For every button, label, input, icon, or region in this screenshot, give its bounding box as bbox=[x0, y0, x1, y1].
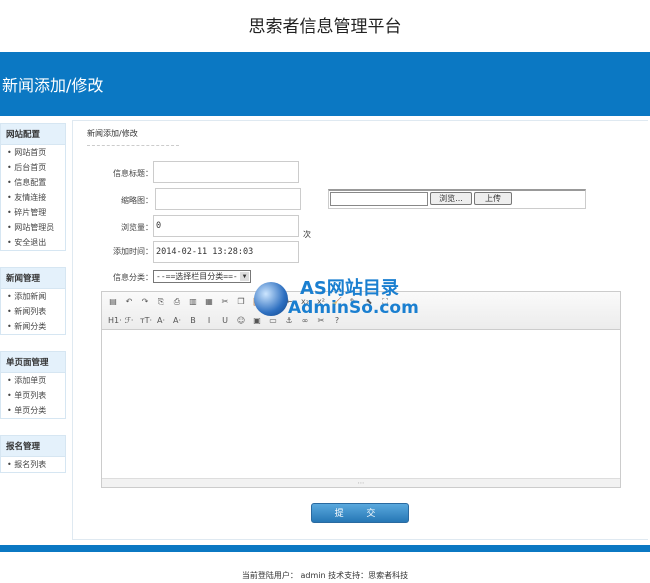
sidebar-item-label: 后台首页 bbox=[14, 163, 47, 172]
sidebar-item[interactable]: • 添加单页 bbox=[1, 373, 65, 388]
sidebar-item-label: 友情连接 bbox=[14, 193, 47, 202]
app-title: 思索者信息管理平台 bbox=[248, 17, 402, 37]
watermark-text: AdminSo.com bbox=[288, 298, 419, 318]
views-unit: 次 bbox=[303, 230, 311, 239]
sidebar-item[interactable]: • 友情连接 bbox=[1, 190, 65, 205]
sidebar-item-label: 新闻分类 bbox=[14, 322, 47, 331]
time-label: 添加时间： bbox=[113, 247, 153, 256]
sidebar-item-label: 单页分类 bbox=[14, 406, 47, 415]
footer-text: 当前登陆用户： admin 技术支持：思索者科技 bbox=[241, 571, 409, 580]
upload-button[interactable]: 上传 bbox=[474, 192, 512, 205]
heading-icon[interactable]: H1· bbox=[108, 316, 122, 326]
cut-icon[interactable]: ✂ bbox=[220, 297, 230, 307]
sidebar-item[interactable]: • 安全退出 bbox=[1, 235, 65, 250]
paste-text-icon[interactable]: ▦ bbox=[204, 297, 214, 307]
sidebar-item[interactable]: • 添加新闻 bbox=[1, 289, 65, 304]
sidebar-group-title: 报名管理 bbox=[1, 436, 65, 457]
sidebar-group-title: 新闻管理 bbox=[1, 268, 65, 289]
sidebar-group: 报名管理 • 报名列表 bbox=[0, 435, 66, 473]
sidebar: 网站配置 • 网站首页 • 后台首页 • 信息配置 • 友情连接 • 碎片管理 • 网站管理… bbox=[0, 123, 66, 489]
title-input[interactable] bbox=[153, 161, 299, 183]
sidebar-group: 网站配置 • 网站首页 • 后台首页 • 信息配置 • 友情连接 • 碎片管理 • 网站管理… bbox=[0, 123, 66, 251]
browse-button[interactable]: 浏览... bbox=[430, 192, 472, 205]
sidebar-item-label: 安全退出 bbox=[14, 238, 47, 247]
font-family-icon[interactable]: ℱ· bbox=[124, 316, 134, 326]
main-panel: 新闻添加/修改 信息标题： 缩略图： 浏览... 上传 浏览量： 0 次 添加时… bbox=[72, 120, 648, 540]
sidebar-item-label: 新闻列表 bbox=[14, 307, 47, 316]
sidebar-item[interactable]: • 网站管理员 bbox=[1, 220, 65, 235]
sidebar-item-label: 网站首页 bbox=[14, 148, 47, 157]
watermark-logo: AS网站目录 AdminSo.com bbox=[252, 262, 422, 324]
title-label: 信息标题： bbox=[113, 169, 153, 178]
copy-icon[interactable]: ❐ bbox=[236, 297, 246, 307]
italic-icon[interactable]: I bbox=[204, 316, 214, 326]
preview-icon[interactable]: ⎘ bbox=[156, 297, 166, 307]
sidebar-item[interactable]: • 单页列表 bbox=[1, 388, 65, 403]
sidebar-item[interactable]: • 单页分类 bbox=[1, 403, 65, 418]
views-label: 浏览量： bbox=[121, 223, 153, 232]
sidebar-group: 单页面管理 • 添加单页 • 单页列表 • 单页分类 bbox=[0, 351, 66, 419]
sidebar-item-label: 报名列表 bbox=[14, 460, 47, 469]
chevron-down-icon: ▼ bbox=[240, 272, 249, 281]
font-color-icon[interactable]: A· bbox=[156, 316, 166, 326]
print-icon[interactable]: ⎙ bbox=[172, 297, 182, 307]
sidebar-item[interactable]: • 碎片管理 bbox=[1, 205, 65, 220]
breadcrumb: 新闻添加/修改 bbox=[87, 128, 179, 146]
time-input[interactable]: 2014-02-11 13:28:03 bbox=[153, 241, 299, 263]
emoticon-icon[interactable]: ☺ bbox=[236, 316, 246, 326]
category-select[interactable]: --==选择栏目分类==- ▼ bbox=[153, 270, 251, 283]
sidebar-item-label: 添加新闻 bbox=[14, 292, 47, 301]
bottom-bar bbox=[0, 545, 650, 552]
category-value: --==选择栏目分类==- bbox=[156, 272, 238, 281]
sidebar-item[interactable]: • 新闻列表 bbox=[1, 304, 65, 319]
sidebar-group: 新闻管理 • 添加新闻 • 新闻列表 • 新闻分类 bbox=[0, 267, 66, 335]
font-size-icon[interactable]: тT· bbox=[140, 316, 152, 326]
thumb-input[interactable] bbox=[155, 188, 301, 210]
file-input[interactable] bbox=[330, 192, 428, 206]
sidebar-item-label: 信息配置 bbox=[14, 178, 47, 187]
page-banner: 新闻添加/修改 bbox=[0, 52, 650, 116]
sidebar-group-title: 单页面管理 bbox=[1, 352, 65, 373]
editor-body[interactable] bbox=[102, 330, 620, 479]
sidebar-item[interactable]: • 报名列表 bbox=[1, 457, 65, 472]
sidebar-item-label: 单页列表 bbox=[14, 391, 47, 400]
sidebar-item-label: 添加单页 bbox=[14, 376, 47, 385]
upload-box: 浏览... 上传 bbox=[328, 189, 586, 209]
underline-icon[interactable]: U bbox=[220, 316, 230, 326]
category-label: 信息分类： bbox=[113, 273, 153, 282]
sidebar-item-label: 网站管理员 bbox=[14, 223, 55, 232]
resize-handle[interactable]: ⋯ bbox=[102, 478, 620, 487]
thumb-label: 缩略图： bbox=[121, 196, 153, 205]
bold-icon[interactable]: B bbox=[188, 316, 198, 326]
undo-icon[interactable]: ↶ bbox=[124, 297, 134, 307]
sidebar-item[interactable]: • 新闻分类 bbox=[1, 319, 65, 334]
watermark-text: AS网站目录 bbox=[300, 278, 399, 299]
sidebar-item[interactable]: • 后台首页 bbox=[1, 160, 65, 175]
submit-button[interactable]: 提 交 bbox=[311, 503, 409, 523]
sidebar-item[interactable]: • 信息配置 bbox=[1, 175, 65, 190]
views-input[interactable]: 0 bbox=[153, 215, 299, 237]
globe-icon bbox=[254, 282, 288, 316]
sidebar-group-title: 网站配置 bbox=[1, 124, 65, 145]
redo-icon[interactable]: ↷ bbox=[140, 297, 150, 307]
template-icon[interactable]: ▥ bbox=[188, 297, 198, 307]
page-heading: 新闻添加/修改 bbox=[2, 76, 104, 95]
sidebar-item[interactable]: • 网站首页 bbox=[1, 145, 65, 160]
sidebar-item-label: 碎片管理 bbox=[14, 208, 47, 217]
highlight-icon[interactable]: A· bbox=[172, 316, 182, 326]
source-icon[interactable]: ▤ bbox=[108, 297, 118, 307]
